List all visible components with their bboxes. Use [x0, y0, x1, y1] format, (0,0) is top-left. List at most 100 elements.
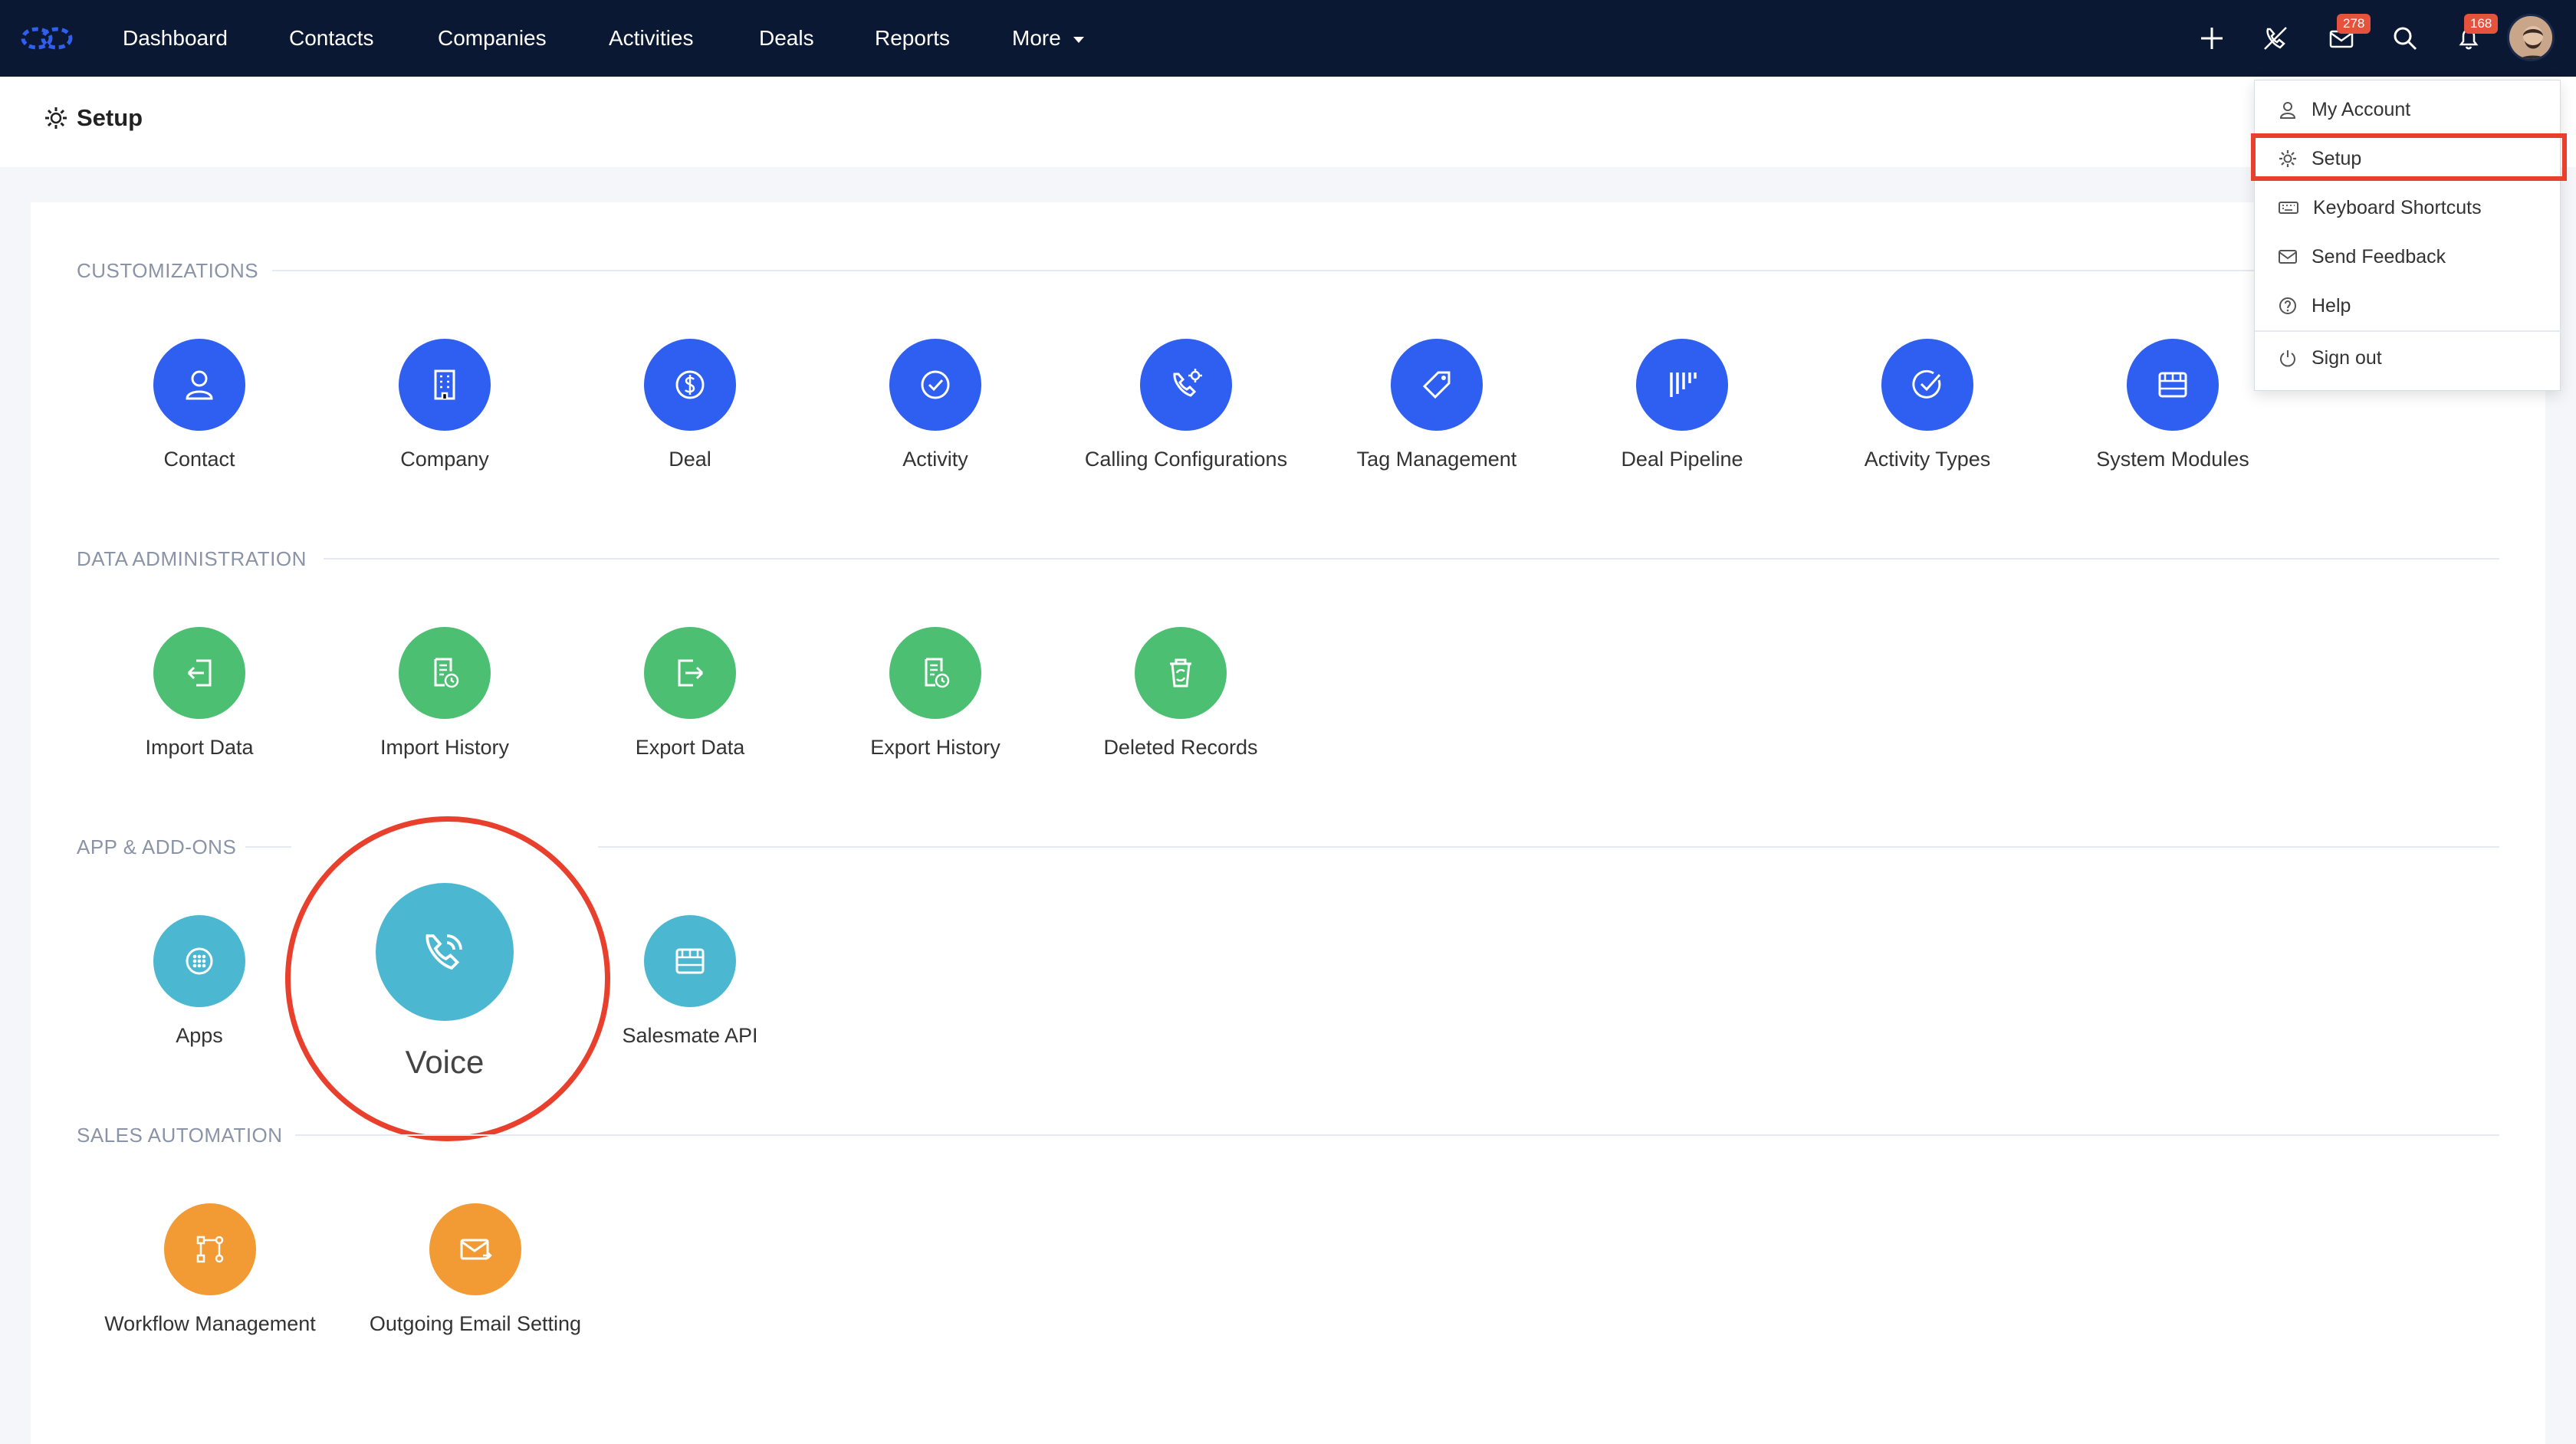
nav-more-label: More [1012, 26, 1061, 50]
menu-item-my-account[interactable]: My Account [2255, 87, 2561, 133]
tile-label: Company [400, 448, 489, 471]
tile-label: Deal Pipeline [1621, 448, 1743, 471]
trash-restore-icon [1170, 658, 1191, 688]
menu-divider [2255, 330, 2561, 332]
menu-item-send-feedback[interactable]: Send Feedback [2255, 234, 2561, 280]
import-icon [187, 659, 212, 687]
tile-deal[interactable]: Deal [567, 339, 813, 471]
page-header [0, 77, 2576, 167]
section-title-data-administration: DATA ADMINISTRATION [77, 547, 307, 570]
logo-icon[interactable] [20, 23, 74, 54]
tile-outgoing-email-setting[interactable]: Outgoing Email Setting [353, 1203, 598, 1336]
history-doc-icon [925, 658, 950, 688]
tile-icon-bg [1881, 339, 1973, 431]
tile-tag-management[interactable]: Tag Management [1314, 339, 1559, 471]
tile-label: Deleted Records [1103, 736, 1258, 759]
tile-icon-bg [1135, 627, 1227, 719]
tile-icon-bg [889, 339, 981, 431]
tile-icon-bg [1391, 339, 1483, 431]
dollar-icon [675, 370, 705, 399]
tile-icon-bg [399, 339, 491, 431]
tile-label: Activity Types [1864, 448, 1991, 471]
search-icon[interactable] [2390, 23, 2420, 54]
tile-calling-configurations[interactable]: Calling Configurations [1063, 339, 1309, 471]
gear-icon [45, 107, 67, 129]
notification-badge: 168 [2464, 14, 2499, 34]
tile-import-data[interactable]: Import Data [77, 627, 322, 760]
tile-voice[interactable] [376, 883, 514, 1021]
tile-icon-bg [644, 915, 736, 1007]
tile-activity[interactable]: Activity [813, 339, 1058, 471]
tile-salesmate-api[interactable]: Salesmate API [567, 915, 813, 1048]
tile-label: Export History [870, 736, 1001, 759]
building-icon [434, 369, 455, 400]
plus-icon[interactable] [2196, 23, 2227, 54]
avatar[interactable] [2507, 14, 2555, 61]
menu-item-help[interactable]: Help [2255, 283, 2561, 329]
tile-label: Apps [176, 1024, 223, 1047]
tile-import-history[interactable]: Import History [322, 627, 567, 760]
tile-voice-label[interactable]: Voice [330, 1044, 560, 1081]
nav-reports[interactable]: Reports [875, 0, 950, 77]
menu-item-sign-out[interactable]: Sign out [2255, 335, 2561, 381]
nav-activities[interactable]: Activities [609, 0, 693, 77]
page-title-text: Setup [77, 104, 143, 131]
caret-down-icon [1073, 36, 1084, 43]
tag-icon [1422, 371, 1451, 399]
tile-icon-bg [429, 1203, 521, 1295]
tile-workflow-management[interactable]: Workflow Management [87, 1203, 333, 1336]
nav-deals[interactable]: Deals [759, 0, 814, 77]
setup-highlight-box [2251, 133, 2567, 181]
tile-label: Workflow Management [104, 1312, 316, 1335]
tile-icon-bg [889, 627, 981, 719]
user-icon [186, 370, 213, 400]
tile-company[interactable]: Company [322, 339, 567, 471]
tile-icon-bg [2127, 339, 2219, 431]
tile-activity-types[interactable]: Activity Types [1805, 339, 2050, 471]
check-circle-icon [921, 370, 950, 399]
section-title-sales-automation: SALES AUTOMATION [77, 1124, 283, 1147]
tile-label: Tag Management [1356, 448, 1517, 471]
phone-off-icon[interactable] [2260, 23, 2291, 54]
nav-more[interactable]: More [1012, 0, 1086, 77]
nav-companies[interactable]: Companies [438, 0, 547, 77]
menu-item-keyboard-shortcuts[interactable]: Keyboard Shortcuts [2255, 185, 2561, 231]
tile-export-history[interactable]: Export History [813, 627, 1058, 760]
section-title-customizations: CUSTOMIZATIONS [77, 259, 259, 282]
page-title: Setup [43, 104, 143, 132]
tile-icon-bg [644, 627, 736, 719]
api-icon [675, 948, 705, 974]
menu-item-label: Help [2312, 294, 2351, 317]
section-divider [245, 846, 291, 848]
tile-icon-bg [164, 1203, 256, 1295]
tile-icon-bg [399, 627, 491, 719]
phone-call-icon [426, 934, 462, 970]
keyboard-icon [2279, 202, 2298, 214]
export-icon [678, 659, 704, 687]
nav-contacts[interactable]: Contacts [289, 0, 374, 77]
menu-item-label: Keyboard Shortcuts [2313, 196, 2482, 218]
section-divider [295, 1134, 2499, 1136]
tile-label: Import Data [145, 736, 254, 759]
apps-grid-icon [186, 947, 213, 975]
tile-label: Contact [163, 448, 235, 471]
tile-label: Outgoing Email Setting [369, 1312, 582, 1335]
menu-item-label: Sign out [2312, 346, 2382, 369]
workflow-icon [196, 1236, 224, 1263]
tile-deal-pipeline[interactable]: Deal Pipeline [1559, 339, 1805, 471]
tile-label: Salesmate API [622, 1024, 758, 1047]
tile-label: Deal [669, 448, 711, 471]
tile-label: Activity [902, 448, 968, 471]
email-nav[interactable]: 278 [2326, 14, 2371, 54]
tile-deleted-records[interactable]: Deleted Records [1058, 627, 1303, 760]
tile-label: Import History [380, 736, 510, 759]
section-title-app-add-ons: APP & ADD-ONS [77, 835, 237, 858]
tile-contact[interactable]: Contact [77, 339, 322, 471]
notifications-nav[interactable]: 168 [2453, 14, 2499, 54]
mail-icon [2279, 250, 2297, 264]
history-doc-icon [434, 658, 459, 688]
help-icon [2279, 297, 2296, 314]
nav-dashboard[interactable]: Dashboard [123, 0, 228, 77]
tile-export-data[interactable]: Export Data [567, 627, 813, 760]
modules-icon [2158, 372, 2187, 398]
